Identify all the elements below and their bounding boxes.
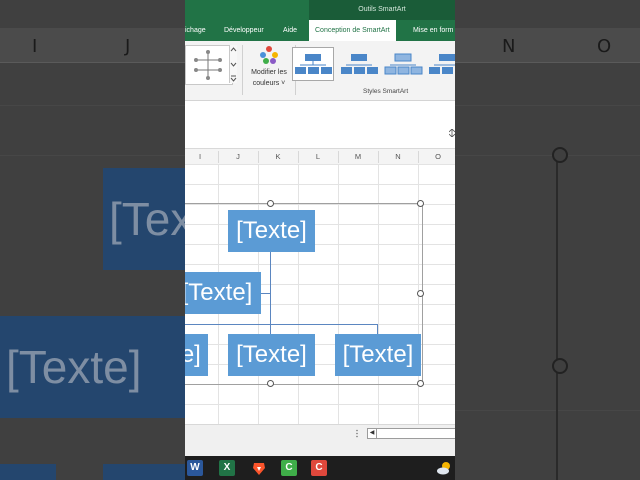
tab-conception-smartart[interactable]: Conception de SmartArt: [309, 20, 396, 41]
ribbon-tab-bar: ichage Développeur Aide Conception de Sm…: [185, 20, 455, 41]
col-header-j[interactable]: J: [231, 149, 245, 164]
resize-handle[interactable]: [267, 380, 274, 387]
col-header-m[interactable]: M: [351, 149, 365, 164]
bg-frame-line: [556, 155, 558, 480]
change-colors-button[interactable]: Modifier les couleurs ˅: [246, 43, 292, 87]
layout-gallery-scroll[interactable]: [229, 45, 237, 83]
smartart-node-child-1[interactable]: [Texte]: [185, 334, 208, 376]
horizontal-scrollbar[interactable]: ◀: [367, 428, 455, 439]
col-header-k[interactable]: K: [271, 149, 285, 164]
tab-developpeur[interactable]: Développeur: [224, 20, 264, 41]
splitter-dots-icon: [356, 429, 358, 438]
scroll-left-icon[interactable]: ◀: [368, 429, 377, 438]
sheet-status-bar: ◀: [185, 424, 455, 457]
smartart-style-shadow[interactable]: [338, 47, 380, 81]
tab-affichage[interactable]: ichage: [185, 20, 206, 41]
contextual-tab-group-title: Outils SmartArt: [309, 0, 455, 20]
layout-gallery[interactable]: [185, 45, 233, 85]
style-thumbnail: [429, 54, 455, 74]
formula-bar-area[interactable]: [185, 101, 455, 149]
bg-col-label-o: O: [597, 36, 612, 57]
col-header-n[interactable]: N: [391, 149, 405, 164]
smartart-style-simple[interactable]: [292, 47, 334, 81]
bg-resize-handle: [552, 147, 568, 163]
camtasia-orange-icon[interactable]: C: [311, 460, 327, 476]
change-colors-label-line2: couleurs ˅: [252, 80, 286, 87]
ribbon: Modifier les couleurs ˅ Styles SmartArt: [185, 41, 455, 101]
weather-icon[interactable]: [436, 460, 452, 476]
camtasia-green-icon[interactable]: C: [281, 460, 297, 476]
smartart-node-child-3[interactable]: [Texte]: [335, 334, 421, 376]
word-icon[interactable]: W: [187, 460, 203, 476]
gallery-more-icon: [230, 47, 237, 82]
bg-smartart-node-edge: [0, 464, 56, 480]
col-header-i[interactable]: I: [193, 149, 207, 164]
title-bar: Outils SmartArt: [185, 0, 455, 20]
change-colors-label-line1: Modifier les: [251, 69, 287, 76]
style-thumbnail: [341, 54, 378, 74]
column-header-row: I J K L M N O: [185, 149, 455, 165]
smartart-style-moderate[interactable]: [382, 47, 424, 81]
style-thumbnail: [295, 54, 332, 74]
bg-resize-handle: [552, 358, 568, 374]
styles-group-label: Styles SmartArt: [363, 88, 409, 95]
style-thumbnail: [384, 53, 423, 75]
windows-taskbar: W X C C: [185, 456, 455, 480]
resize-handle[interactable]: [417, 290, 424, 297]
excel-icon[interactable]: X: [219, 460, 235, 476]
brave-icon[interactable]: [251, 460, 267, 476]
excel-window: Outils SmartArt ichage Développeur Aide …: [185, 0, 455, 480]
smartart-node-child-2[interactable]: [Texte]: [228, 334, 315, 376]
resize-handle[interactable]: [417, 380, 424, 387]
bg-smartart-node: [Texte]: [0, 316, 191, 418]
bg-col-label-n: N: [502, 36, 516, 57]
smartart-style-intense[interactable]: [426, 47, 455, 81]
smartart-node-top[interactable]: [Texte]: [228, 210, 315, 252]
bg-smartart-node-edge: [103, 464, 185, 480]
resize-handle[interactable]: [267, 200, 274, 207]
hierarchy-layout-icon: [194, 50, 222, 80]
resize-handle[interactable]: [417, 200, 424, 207]
resize-grip-icon: [449, 129, 455, 137]
tab-mise-en-forme[interactable]: Mise en form: [413, 20, 453, 41]
palette-icon: [260, 46, 278, 64]
tab-aide[interactable]: Aide: [283, 20, 297, 41]
bg-col-label-j: J: [125, 36, 131, 57]
smartart-node-assistant[interactable]: [Texte]: [185, 272, 261, 314]
col-header-l[interactable]: L: [311, 149, 325, 164]
bg-col-label-i: I: [32, 36, 38, 57]
col-header-o[interactable]: O: [431, 149, 445, 164]
